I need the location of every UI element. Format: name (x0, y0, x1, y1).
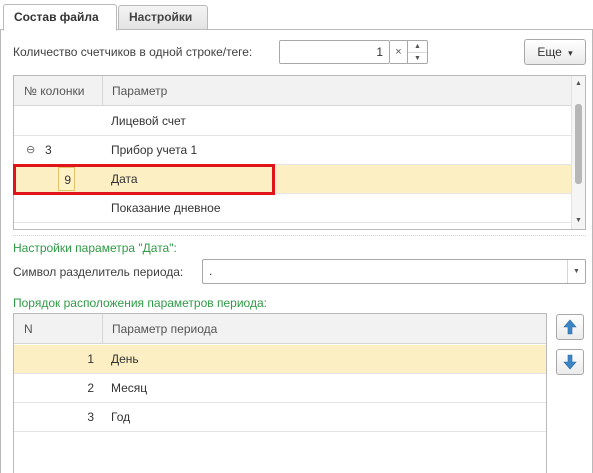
tab-settings[interactable]: Настройки (118, 5, 208, 30)
param-cell: Показание дневное (111, 201, 221, 215)
columns-table-scrollbar[interactable]: ▲ ▼ (571, 76, 585, 229)
highlight-frame (13, 164, 275, 195)
arrow-down-icon (557, 354, 583, 370)
spin-up-icon[interactable]: ▲ (408, 41, 427, 52)
table-row-selected[interactable]: 1 День (14, 345, 546, 374)
counter-stepper[interactable]: ▲ ▼ (408, 40, 428, 64)
columns-table: № колонки Параметр Лицевой счет ⊖ 3 Приб… (13, 75, 586, 230)
tab-file-contents[interactable]: Состав файла (3, 4, 117, 31)
move-down-button[interactable] (556, 349, 584, 375)
scroll-up-icon[interactable]: ▲ (572, 78, 585, 90)
column-header-number[interactable]: № колонки (14, 76, 102, 106)
period-param-cell: Год (111, 410, 131, 424)
scroll-down-icon[interactable]: ▼ (572, 215, 585, 227)
param-settings-title: Настройки параметра "Дата": (13, 241, 177, 255)
param-cell: Прибор учета 1 (111, 143, 198, 157)
column-header-param[interactable]: Параметр (102, 76, 572, 106)
collapse-icon[interactable]: ⊖ (26, 136, 35, 164)
clear-icon[interactable]: × (390, 40, 408, 64)
period-order-title: Порядок расположения параметров периода: (13, 296, 267, 310)
n-cell: 3 (87, 410, 94, 424)
more-button[interactable]: Еще ▾ (524, 39, 586, 65)
n-cell: 2 (87, 381, 94, 395)
period-table: N Параметр периода 1 День 2 Месяц 3 Год (13, 313, 547, 473)
table-row[interactable]: ⊖ 3 Прибор учета 1 (14, 136, 572, 165)
section-divider (13, 235, 586, 236)
period-table-header: N Параметр периода (14, 314, 546, 344)
counters-per-row-input[interactable]: 1 (279, 40, 390, 64)
param-cell: Лицевой счет (111, 114, 186, 128)
column-header-period-param[interactable]: Параметр периода (102, 314, 546, 344)
period-param-cell: Месяц (111, 381, 148, 395)
table-row[interactable]: Показание дневное (14, 194, 572, 223)
spin-down-icon[interactable]: ▼ (408, 53, 427, 64)
separator-value: . (209, 264, 213, 278)
n-cell: 1 (87, 352, 94, 366)
move-up-button[interactable] (556, 314, 584, 340)
separator-select[interactable]: . ▼ (202, 259, 586, 284)
period-param-cell: День (111, 352, 139, 366)
column-header-n[interactable]: N (14, 314, 102, 344)
dropdown-caret-icon: ▾ (568, 48, 573, 58)
columns-table-header: № колонки Параметр (14, 76, 585, 106)
table-row[interactable]: Лицевой счет (14, 107, 572, 136)
table-row[interactable]: 2 Месяц (14, 374, 546, 403)
more-button-label: Еще (537, 45, 562, 59)
arrow-up-icon (557, 319, 583, 335)
table-row[interactable]: 3 Год (14, 403, 546, 432)
scroll-thumb[interactable] (575, 104, 582, 184)
counters-per-row-label: Количество счетчиков в одной строке/теге… (13, 45, 253, 59)
dropdown-arrow-icon[interactable]: ▼ (567, 260, 585, 283)
column-number-cell: 3 (45, 143, 52, 157)
separator-label: Символ разделитель периода: (13, 265, 184, 279)
